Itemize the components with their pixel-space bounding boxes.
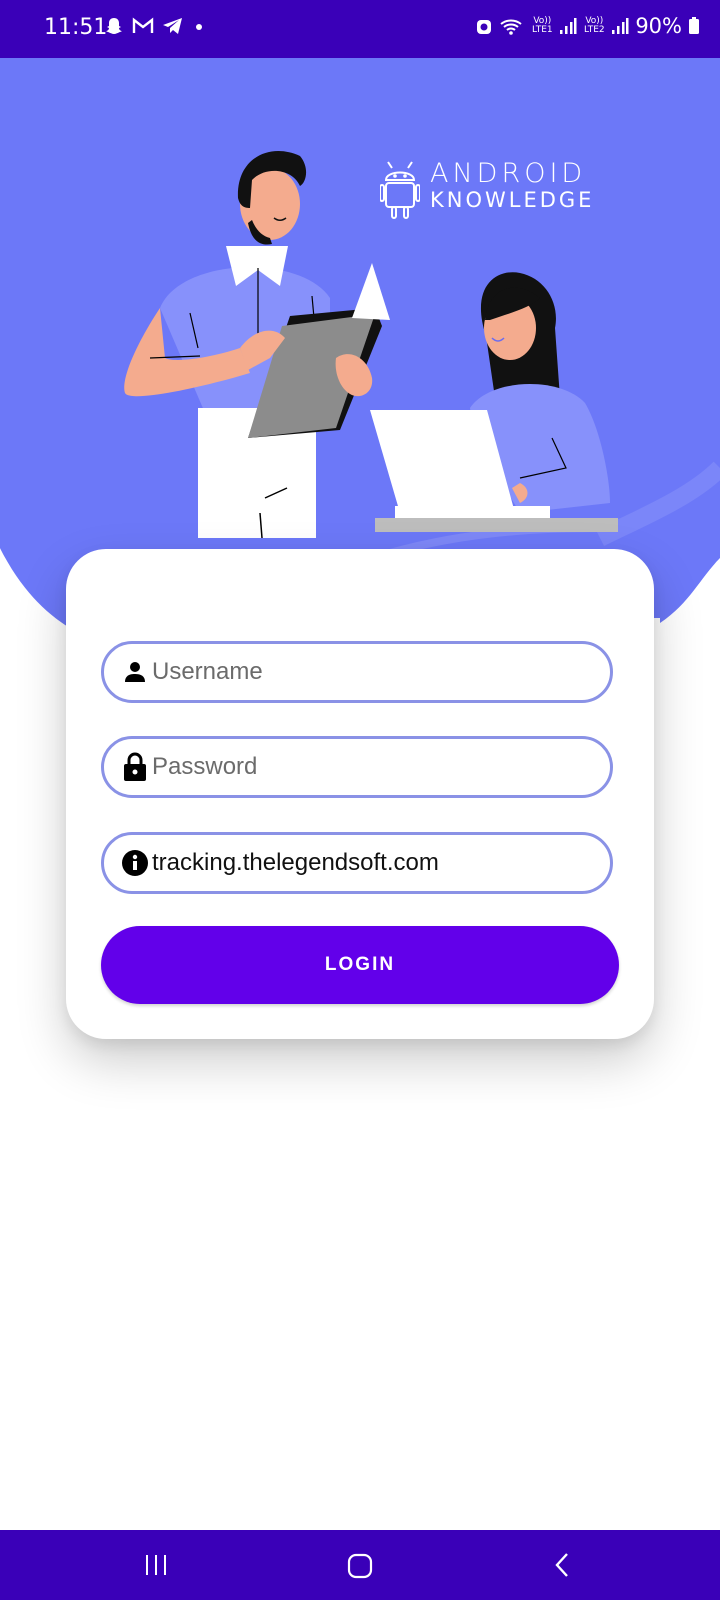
status-bar: 11:51 Vo)) LTE1 Vo)) LTE2 90% <box>0 0 720 58</box>
navigation-bar <box>0 1530 720 1600</box>
home-icon[interactable] <box>346 1550 374 1580</box>
android-knowledge-logo: ANDROID KNOWLEDGE <box>380 158 591 278</box>
signal-icon <box>560 18 577 34</box>
gmail-icon <box>132 17 154 33</box>
info-icon <box>120 848 150 878</box>
sim1-label: Vo)) LTE1 <box>531 16 553 35</box>
notification-icons <box>104 16 206 36</box>
login-button[interactable]: LOGIN <box>101 926 619 1004</box>
back-icon[interactable] <box>552 1550 572 1580</box>
battery-icon <box>689 17 699 34</box>
server-url-value: tracking.thelegendsoft.com <box>152 849 439 876</box>
android-icon <box>380 161 420 219</box>
password-field[interactable]: Password <box>101 736 613 798</box>
recent-apps-icon[interactable] <box>144 1550 168 1580</box>
dot-icon <box>196 24 202 30</box>
telegram-icon <box>163 18 182 34</box>
username-field[interactable]: Username <box>101 641 613 703</box>
battery-percent: 90% <box>635 14 682 38</box>
sim2-label: Vo)) LTE2 <box>583 16 605 35</box>
brand-line2: KNOWLEDGE <box>430 188 595 212</box>
wifi-icon <box>500 19 522 35</box>
login-card: Username Password tracking.thelegendsoft… <box>66 549 654 1039</box>
lock-icon <box>120 752 150 782</box>
person-icon <box>120 657 150 687</box>
server-url-field[interactable]: tracking.thelegendsoft.com <box>101 832 613 894</box>
password-placeholder: Password <box>152 753 258 780</box>
alarm-icon <box>477 20 492 34</box>
signal-icon <box>612 18 629 34</box>
status-time: 11:51 <box>44 15 108 40</box>
username-placeholder: Username <box>152 658 263 685</box>
system-status-icons: Vo)) LTE1 Vo)) LTE2 90% <box>475 14 700 38</box>
brand-line1: ANDROID <box>430 158 587 189</box>
snapchat-icon <box>106 18 122 34</box>
